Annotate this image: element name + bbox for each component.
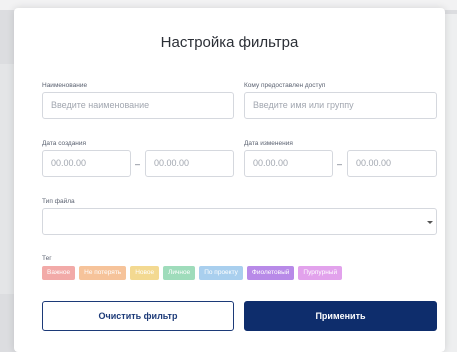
tag-chip[interactable]: Новое [130,266,160,280]
modified-date-to-input[interactable]: 00.00.00 [347,150,437,177]
backdrop-scroll-area [443,14,457,352]
name-input[interactable]: Введите наименование [42,92,234,119]
tag-chip[interactable]: Фиолетовый [246,266,295,280]
clear-filter-button[interactable]: Очистить фильтр [42,301,234,331]
chevron-down-icon[interactable] [427,221,433,224]
name-label: Наименование [42,82,88,89]
tag-list: Важное Не потерять Новое Личное По проекту Фи… [42,266,343,280]
tag-chip[interactable]: Важное [42,266,76,280]
created-date-label: Дата создания [42,140,87,147]
access-label: Кому предоставлен доступ [244,82,326,89]
created-date-to-input[interactable]: 00.00.00 [145,150,234,177]
modified-date-label: Дата изменения [244,140,293,147]
file-type-select[interactable] [42,208,437,235]
tag-chip[interactable]: По проекту [199,266,243,280]
tag-label: Тег [42,255,52,262]
created-date-separator: – [135,159,141,169]
tag-chip[interactable]: Личное [163,266,196,280]
tag-chip[interactable]: Не потерять [79,266,127,280]
modified-date-separator: – [337,159,343,169]
file-type-label: Тип файла [42,198,75,205]
apply-button[interactable]: Применить [244,301,437,331]
access-input[interactable]: Введите имя или группу [244,92,437,119]
dialog-title: Настройка фильтра [160,34,299,51]
filter-dialog: Настройка фильтра Наименование Введите н… [14,8,445,352]
modified-date-from-input[interactable]: 00.00.00 [244,150,333,177]
tag-chip[interactable]: Пурпурный [298,266,343,280]
created-date-from-input[interactable]: 00.00.00 [42,150,131,177]
